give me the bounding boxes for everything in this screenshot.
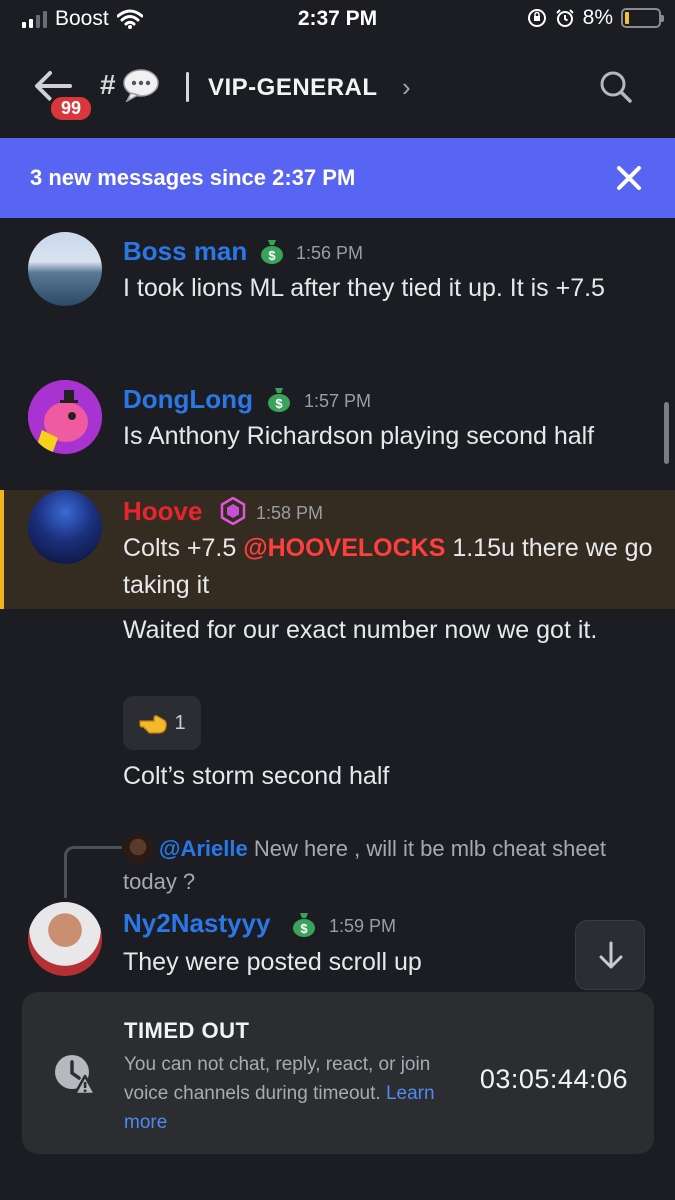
message-text: Is Anthony Richardson playing second hal…	[123, 422, 595, 450]
reply-connector	[64, 846, 122, 898]
timeout-card: TIMED OUT You can not chat, reply, react…	[22, 992, 654, 1154]
mention-link[interactable]: @HOOVELOCKS	[243, 534, 445, 562]
timeout-title: TIMED OUT	[124, 1018, 250, 1043]
speech-bubble-icon	[122, 69, 159, 102]
cartoon-avatar-icon	[28, 380, 102, 454]
battery-percent: 8%	[582, 6, 613, 29]
header-divider	[186, 72, 189, 102]
timeout-description-text: You can not chat, reply, react, or join …	[124, 1054, 431, 1104]
timestamp: 1:59 PM	[329, 916, 397, 936]
new-messages-text: 3 new messages since 2:37 PM	[30, 165, 356, 190]
timeout-description: You can not chat, reply, react, or join …	[124, 1050, 444, 1137]
message-item[interactable]: Ny2Nastyyy $ 1:59 PM They were posted sc…	[0, 900, 675, 990]
hexagon-badge-icon	[220, 497, 246, 525]
message-text: I took lions ML after they tied it up. I…	[123, 274, 605, 302]
message-item[interactable]: DongLong $ 1:57 PM Is Anthony Richardson…	[0, 378, 675, 488]
avatar[interactable]	[28, 380, 102, 454]
message-item[interactable]: Boss man $ 1:56 PM I took lions ML after…	[0, 230, 675, 350]
money-bag-icon: $	[293, 913, 315, 937]
reaction-count: 1	[174, 711, 186, 734]
channel-hash-icon: #	[100, 69, 116, 100]
reply-preview[interactable]: @Arielle New here , will it be mlb cheat…	[123, 832, 643, 898]
message-text: Colts +7.5 @HOOVELOCKS 1.15u there we go…	[123, 530, 653, 604]
money-bag-icon: $	[268, 388, 290, 412]
timeout-clock-icon	[55, 1055, 96, 1096]
money-bag-icon: $	[261, 240, 283, 264]
message-text: Waited for our exact number now we got i…	[123, 616, 598, 644]
jump-to-bottom-button[interactable]	[575, 920, 645, 990]
pointing-hand-emoji	[139, 715, 168, 734]
alarm-icon	[555, 9, 574, 27]
message-text: They were posted scroll up	[123, 948, 422, 976]
chevron-right-icon[interactable]: ›	[402, 72, 411, 103]
timestamp: 1:56 PM	[296, 243, 364, 263]
reply-avatar	[123, 835, 153, 866]
svg-text:$: $	[275, 396, 283, 411]
svg-text:$: $	[300, 921, 308, 936]
scrollbar[interactable]	[664, 402, 669, 464]
avatar[interactable]	[28, 232, 102, 306]
timestamp: 1:58 PM	[256, 503, 324, 523]
author-name[interactable]: Boss man	[123, 236, 247, 267]
status-bar: Boost 2:37 PM 8%	[0, 0, 675, 40]
status-right: 8%	[527, 6, 664, 30]
svg-text:$: $	[268, 248, 276, 263]
avatar[interactable]	[28, 490, 102, 564]
channel-header: 99 # VIP-GENERAL ›	[0, 56, 675, 126]
avatar[interactable]	[28, 902, 102, 976]
battery-icon	[621, 8, 664, 28]
channel-icons: #	[100, 68, 160, 102]
author-name[interactable]: Hoove	[123, 496, 202, 527]
close-icon[interactable]	[609, 158, 649, 198]
timestamp: 1:57 PM	[304, 391, 372, 411]
message-item[interactable]: Hoove 1:58 PM Colts +7.5 @HOOVELOCKS 1.1…	[0, 490, 675, 800]
search-icon[interactable]	[599, 70, 633, 104]
new-messages-bar[interactable]: 3 new messages since 2:37 PM	[0, 138, 675, 218]
author-name[interactable]: Ny2Nastyyy	[123, 908, 270, 939]
arrow-down-icon	[599, 941, 623, 969]
orientation-lock-icon	[527, 9, 546, 27]
reply-author[interactable]: @Arielle	[159, 836, 248, 861]
author-name[interactable]: DongLong	[123, 384, 253, 415]
unread-badge: 99	[48, 94, 95, 123]
message-text-part: Colts +7.5	[123, 534, 244, 562]
channel-name[interactable]: VIP-GENERAL	[208, 74, 378, 102]
timeout-countdown: 03:05:44:06	[479, 1064, 628, 1094]
message-text: Colt’s storm second half	[123, 762, 390, 790]
reaction-pill[interactable]: 1	[123, 696, 201, 750]
